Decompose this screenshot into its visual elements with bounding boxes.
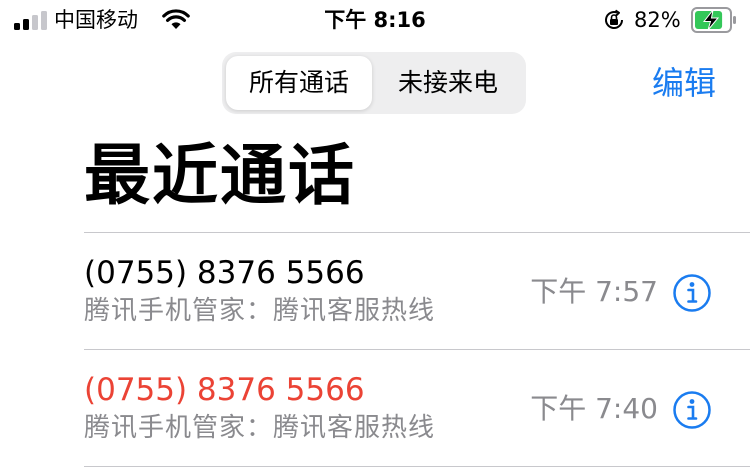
edit-button[interactable]: 编辑 (652, 62, 716, 104)
caller-label: 腾讯手机管家：腾讯客服热线 (84, 296, 436, 326)
tab-missed-calls[interactable]: 未接来电 (374, 56, 522, 110)
battery-percent: 82% (634, 8, 681, 32)
call-row[interactable]: (0755) 8376 5566 腾讯手机管家：腾讯客服热线 下午 7:57 (0, 233, 750, 350)
call-time: 下午 7:40 (530, 392, 658, 425)
call-time: 下午 7:57 (530, 275, 658, 308)
info-icon[interactable] (672, 390, 712, 430)
status-bar: 中国移动 下午 8:16 82% (0, 0, 750, 40)
orientation-lock-icon (605, 9, 623, 29)
caller-number: (0755) 8376 5566 (84, 372, 365, 408)
call-filter-segmented-control[interactable]: 所有通话 未接来电 (222, 52, 526, 114)
divider (84, 466, 750, 467)
page-title: 最近通话 (84, 137, 356, 214)
caller-number: (0755) 8376 5566 (84, 255, 365, 291)
call-row[interactable]: (0755) 8376 5566 腾讯手机管家：腾讯客服热线 下午 7:40 (0, 350, 750, 467)
caller-label: 腾讯手机管家：腾讯客服热线 (84, 413, 436, 443)
battery-charging-icon (691, 7, 736, 33)
info-icon[interactable] (672, 273, 712, 313)
tab-all-calls[interactable]: 所有通话 (226, 56, 372, 110)
